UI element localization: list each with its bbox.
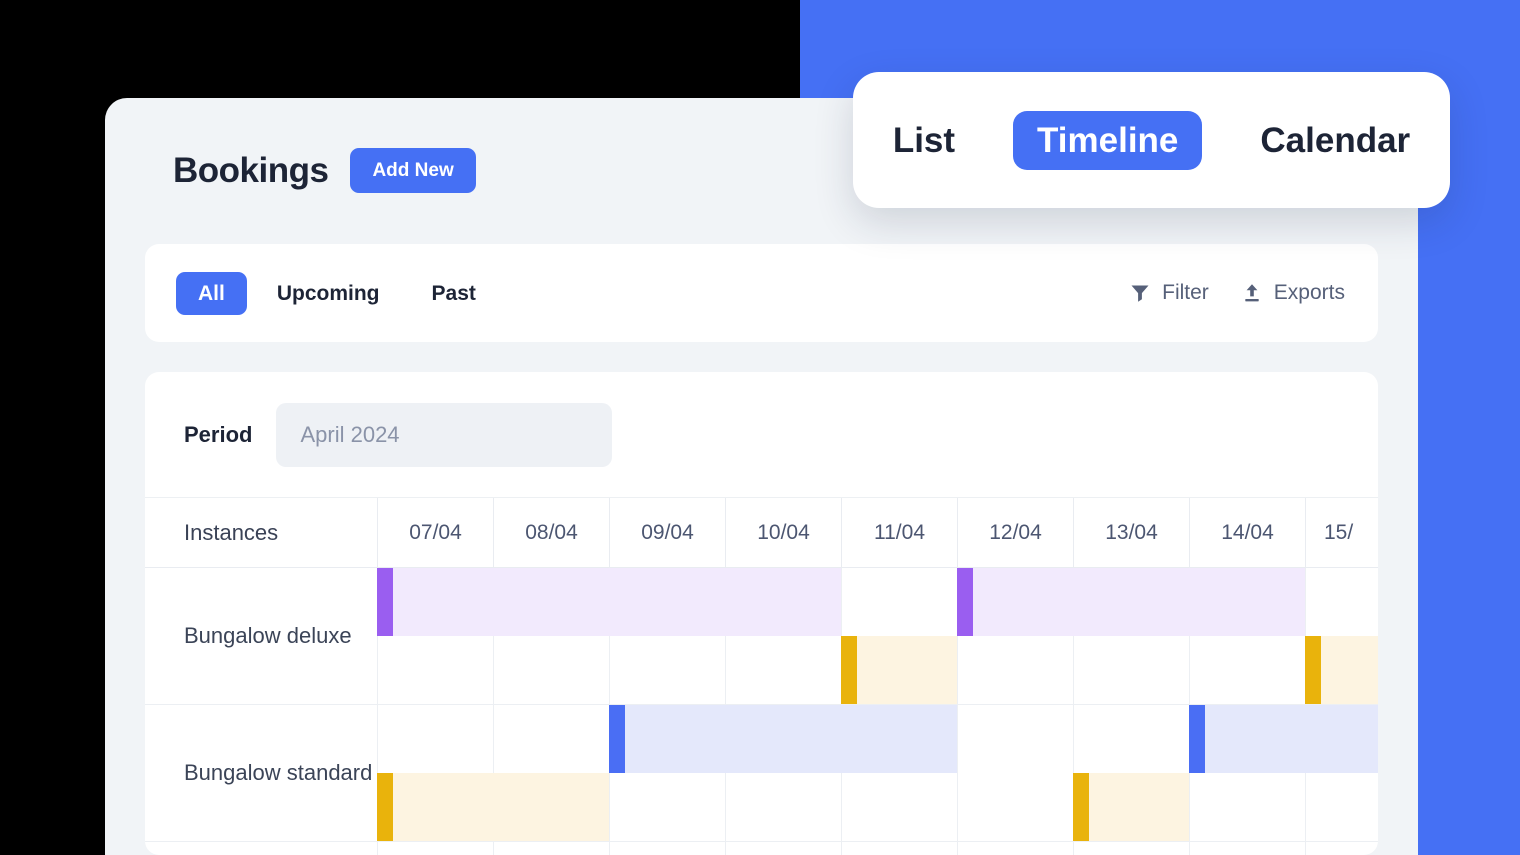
page-header: Bookings Add New [173, 148, 476, 193]
view-option-calendar[interactable]: Calendar [1236, 111, 1434, 170]
view-switcher: List Timeline Calendar [853, 72, 1450, 208]
exports-button[interactable]: Exports [1241, 281, 1345, 305]
page-title: Bookings [173, 150, 329, 190]
column-header-date: 15/ [1305, 498, 1378, 567]
booking-bar-body [393, 568, 841, 636]
screenshot-stage: Bookings Add New All Upcoming Past Filte… [0, 0, 1520, 855]
column-header-date: 11/04 [841, 498, 957, 567]
table-row: Bungalow deluxe [145, 568, 1378, 705]
filter-bar: All Upcoming Past Filter Exports [145, 244, 1378, 342]
booking-bar-handle [377, 773, 393, 841]
funnel-icon [1129, 282, 1151, 304]
filter-label: Filter [1162, 281, 1209, 304]
booking-bar-body [625, 705, 957, 773]
booking-lane [377, 773, 1378, 841]
booking-bar[interactable] [841, 636, 957, 704]
add-new-button[interactable]: Add New [350, 148, 476, 193]
booking-bar[interactable] [377, 568, 841, 636]
booking-bar-handle [609, 705, 625, 773]
booking-bar-handle [1305, 636, 1321, 704]
booking-bar[interactable] [1073, 773, 1189, 841]
booking-bar-handle [841, 636, 857, 704]
column-header-date: 14/04 [1189, 498, 1305, 567]
booking-bar-body [1089, 773, 1189, 841]
instance-name: Bungalow deluxe [184, 623, 352, 649]
table-row-partial [145, 842, 1378, 855]
filter-button[interactable]: Filter [1129, 281, 1209, 305]
booking-bar[interactable] [957, 568, 1305, 636]
booking-bar-body [857, 636, 957, 704]
timeline-lanes [377, 705, 1378, 841]
period-input[interactable] [276, 402, 613, 467]
booking-bar-body [973, 568, 1305, 636]
period-row: Period [145, 372, 1378, 498]
instance-name: Bungalow standard [184, 760, 373, 786]
timeline-card: Period Instances 07/04 08/04 09/04 10/04… [145, 372, 1378, 855]
booking-bar[interactable] [1305, 636, 1378, 704]
instance-name-partial [145, 842, 377, 855]
period-label: Period [184, 421, 253, 447]
column-header-date: 09/04 [609, 498, 725, 567]
booking-bar-body [393, 773, 609, 841]
upload-icon [1241, 282, 1263, 304]
column-header-date: 10/04 [725, 498, 841, 567]
tab-past[interactable]: Past [410, 272, 498, 315]
timeline-lanes [377, 842, 1378, 855]
view-option-list[interactable]: List [869, 111, 979, 170]
tab-all[interactable]: All [176, 271, 247, 315]
status-tab-group: All Upcoming Past [176, 271, 498, 315]
booking-bar[interactable] [1189, 705, 1378, 773]
timeline-lanes [377, 568, 1378, 704]
filter-actions: Filter Exports [1129, 281, 1345, 305]
booking-lane [377, 636, 1378, 704]
booking-lane [377, 705, 1378, 773]
timeline-table: Instances 07/04 08/04 09/04 10/04 11/04 … [145, 498, 1378, 855]
column-header-date: 12/04 [957, 498, 1073, 567]
table-row: Bungalow standard [145, 705, 1378, 842]
booking-bar-handle [1073, 773, 1089, 841]
column-header-instances: Instances [184, 519, 279, 545]
booking-bar[interactable] [609, 705, 957, 773]
booking-bar-body [1321, 636, 1378, 704]
booking-bar-handle [957, 568, 973, 636]
tab-upcoming[interactable]: Upcoming [255, 272, 402, 315]
booking-bar-body [1205, 705, 1378, 773]
view-option-timeline[interactable]: Timeline [1013, 110, 1203, 170]
column-header-date: 08/04 [493, 498, 609, 567]
exports-label: Exports [1273, 281, 1345, 304]
column-header-date: 13/04 [1073, 498, 1189, 567]
booking-bar-handle [377, 568, 393, 636]
timeline-header-row: Instances 07/04 08/04 09/04 10/04 11/04 … [145, 498, 1378, 568]
app-panel: Bookings Add New All Upcoming Past Filte… [105, 98, 1418, 855]
booking-lane [377, 842, 1378, 855]
booking-bar-handle [1189, 705, 1205, 773]
column-header-date: 07/04 [377, 498, 493, 567]
booking-bar[interactable] [377, 773, 609, 841]
booking-lane [377, 568, 1378, 636]
